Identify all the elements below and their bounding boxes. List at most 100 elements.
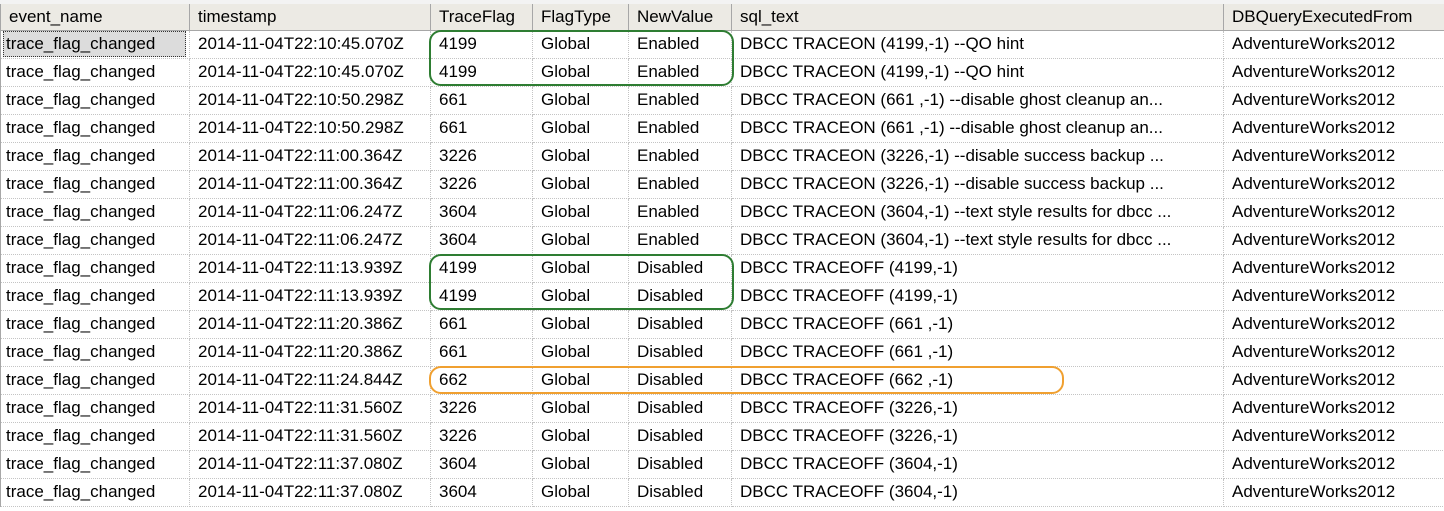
- cell-event-name[interactable]: trace_flag_changed: [0, 366, 190, 395]
- cell-flagtype[interactable]: Global: [532, 478, 629, 507]
- cell-newvalue[interactable]: Disabled: [628, 254, 732, 283]
- cell-traceflag[interactable]: 3604: [430, 478, 533, 507]
- cell-newvalue[interactable]: Enabled: [628, 142, 732, 171]
- cell-flagtype[interactable]: Global: [532, 282, 629, 311]
- column-header-event-name[interactable]: event_name: [0, 4, 190, 31]
- cell-sql-text[interactable]: DBCC TRACEON (3604,-1) --text style resu…: [731, 198, 1224, 227]
- cell-dbqueryexecutedfrom[interactable]: AdventureWorks2012: [1223, 478, 1444, 507]
- cell-sql-text[interactable]: DBCC TRACEON (4199,-1) --QO hint: [731, 30, 1224, 59]
- cell-event-name[interactable]: trace_flag_changed: [0, 226, 190, 255]
- cell-traceflag[interactable]: 661: [430, 338, 533, 367]
- cell-timestamp[interactable]: 2014-11-04T22:11:37.080Z: [189, 450, 431, 479]
- cell-dbqueryexecutedfrom[interactable]: AdventureWorks2012: [1223, 226, 1444, 255]
- cell-sql-text[interactable]: DBCC TRACEON (661 ,-1) --disable ghost c…: [731, 114, 1224, 143]
- cell-sql-text[interactable]: DBCC TRACEOFF (3226,-1): [731, 394, 1224, 423]
- cell-dbqueryexecutedfrom[interactable]: AdventureWorks2012: [1223, 114, 1444, 143]
- cell-traceflag[interactable]: 661: [430, 86, 533, 115]
- cell-flagtype[interactable]: Global: [532, 142, 629, 171]
- cell-flagtype[interactable]: Global: [532, 422, 629, 451]
- cell-event-name[interactable]: trace_flag_changed: [0, 254, 190, 283]
- cell-traceflag[interactable]: 3604: [430, 198, 533, 227]
- table-row[interactable]: trace_flag_changed 2014-11-04T22:10:50.29…: [0, 114, 1444, 143]
- cell-flagtype[interactable]: Global: [532, 86, 629, 115]
- column-header-sql-text[interactable]: sql_text: [731, 4, 1224, 31]
- cell-dbqueryexecutedfrom[interactable]: AdventureWorks2012: [1223, 310, 1444, 339]
- cell-traceflag[interactable]: 4199: [430, 282, 533, 311]
- cell-newvalue[interactable]: Disabled: [628, 450, 732, 479]
- cell-event-name[interactable]: trace_flag_changed: [0, 86, 190, 115]
- cell-traceflag[interactable]: 662: [430, 366, 533, 395]
- table-row[interactable]: trace_flag_changed 2014-11-04T22:10:45.07…: [0, 30, 1444, 59]
- cell-event-name[interactable]: trace_flag_changed: [0, 142, 190, 171]
- table-row[interactable]: trace_flag_changed 2014-11-04T22:11:24.84…: [0, 366, 1444, 395]
- table-row[interactable]: trace_flag_changed 2014-11-04T22:11:31.56…: [0, 394, 1444, 423]
- cell-traceflag[interactable]: 3226: [430, 394, 533, 423]
- cell-timestamp[interactable]: 2014-11-04T22:11:13.939Z: [189, 282, 431, 311]
- cell-dbqueryexecutedfrom[interactable]: AdventureWorks2012: [1223, 198, 1444, 227]
- cell-timestamp[interactable]: 2014-11-04T22:11:06.247Z: [189, 226, 431, 255]
- cell-flagtype[interactable]: Global: [532, 338, 629, 367]
- cell-dbqueryexecutedfrom[interactable]: AdventureWorks2012: [1223, 30, 1444, 59]
- cell-event-name[interactable]: trace_flag_changed: [0, 114, 190, 143]
- cell-newvalue[interactable]: Disabled: [628, 338, 732, 367]
- cell-traceflag[interactable]: 4199: [430, 254, 533, 283]
- cell-traceflag[interactable]: 3604: [430, 450, 533, 479]
- cell-timestamp[interactable]: 2014-11-04T22:11:00.364Z: [189, 170, 431, 199]
- cell-flagtype[interactable]: Global: [532, 254, 629, 283]
- results-grid[interactable]: event_name timestamp TraceFlag FlagType …: [0, 0, 1444, 511]
- cell-event-name[interactable]: trace_flag_changed: [0, 170, 190, 199]
- cell-sql-text[interactable]: DBCC TRACEOFF (3226,-1): [731, 422, 1224, 451]
- cell-newvalue[interactable]: Disabled: [628, 366, 732, 395]
- table-row[interactable]: trace_flag_changed 2014-11-04T22:10:45.07…: [0, 58, 1444, 87]
- cell-timestamp[interactable]: 2014-11-04T22:11:20.386Z: [189, 338, 431, 367]
- column-header-traceflag[interactable]: TraceFlag: [430, 4, 533, 31]
- cell-timestamp[interactable]: 2014-11-04T22:11:31.560Z: [189, 394, 431, 423]
- cell-flagtype[interactable]: Global: [532, 114, 629, 143]
- cell-traceflag[interactable]: 3226: [430, 142, 533, 171]
- cell-newvalue[interactable]: Enabled: [628, 30, 732, 59]
- cell-traceflag[interactable]: 4199: [430, 30, 533, 59]
- cell-event-name[interactable]: trace_flag_changed: [0, 282, 190, 311]
- cell-flagtype[interactable]: Global: [532, 226, 629, 255]
- cell-event-name[interactable]: trace_flag_changed: [0, 450, 190, 479]
- cell-timestamp[interactable]: 2014-11-04T22:10:50.298Z: [189, 86, 431, 115]
- cell-newvalue[interactable]: Enabled: [628, 198, 732, 227]
- cell-flagtype[interactable]: Global: [532, 58, 629, 87]
- cell-event-name[interactable]: trace_flag_changed: [0, 338, 190, 367]
- cell-newvalue[interactable]: Enabled: [628, 86, 732, 115]
- column-header-flagtype[interactable]: FlagType: [532, 4, 629, 31]
- table-row[interactable]: trace_flag_changed 2014-11-04T22:11:37.08…: [0, 478, 1444, 507]
- cell-newvalue[interactable]: Enabled: [628, 170, 732, 199]
- cell-newvalue[interactable]: Disabled: [628, 478, 732, 507]
- cell-timestamp[interactable]: 2014-11-04T22:11:37.080Z: [189, 478, 431, 507]
- cell-flagtype[interactable]: Global: [532, 394, 629, 423]
- cell-event-name[interactable]: trace_flag_changed: [0, 58, 190, 87]
- table-row[interactable]: trace_flag_changed 2014-11-04T22:11:00.36…: [0, 170, 1444, 199]
- cell-dbqueryexecutedfrom[interactable]: AdventureWorks2012: [1223, 142, 1444, 171]
- cell-flagtype[interactable]: Global: [532, 198, 629, 227]
- column-header-newvalue[interactable]: NewValue: [628, 4, 732, 31]
- cell-event-name[interactable]: trace_flag_changed: [0, 310, 190, 339]
- cell-timestamp[interactable]: 2014-11-04T22:11:13.939Z: [189, 254, 431, 283]
- selected-cell[interactable]: trace_flag_changed: [3, 31, 186, 57]
- cell-timestamp[interactable]: 2014-11-04T22:11:24.844Z: [189, 366, 431, 395]
- table-row[interactable]: trace_flag_changed 2014-11-04T22:11:20.38…: [0, 338, 1444, 367]
- cell-flagtype[interactable]: Global: [532, 450, 629, 479]
- cell-event-name[interactable]: trace_flag_changed: [0, 422, 190, 451]
- table-row[interactable]: trace_flag_changed 2014-11-04T22:11:00.36…: [0, 142, 1444, 171]
- cell-dbqueryexecutedfrom[interactable]: AdventureWorks2012: [1223, 86, 1444, 115]
- cell-newvalue[interactable]: Enabled: [628, 58, 732, 87]
- cell-sql-text[interactable]: DBCC TRACEOFF (661 ,-1): [731, 310, 1224, 339]
- cell-newvalue[interactable]: Disabled: [628, 422, 732, 451]
- cell-sql-text[interactable]: DBCC TRACEOFF (3604,-1): [731, 450, 1224, 479]
- cell-dbqueryexecutedfrom[interactable]: AdventureWorks2012: [1223, 394, 1444, 423]
- cell-timestamp[interactable]: 2014-11-04T22:11:31.560Z: [189, 422, 431, 451]
- cell-traceflag[interactable]: 661: [430, 310, 533, 339]
- table-row[interactable]: trace_flag_changed 2014-11-04T22:11:13.93…: [0, 282, 1444, 311]
- cell-sql-text[interactable]: DBCC TRACEON (4199,-1) --QO hint: [731, 58, 1224, 87]
- cell-event-name[interactable]: trace_flag_changed: [0, 198, 190, 227]
- cell-sql-text[interactable]: DBCC TRACEOFF (3604,-1): [731, 478, 1224, 507]
- table-row[interactable]: trace_flag_changed 2014-11-04T22:11:06.24…: [0, 226, 1444, 255]
- table-row[interactable]: trace_flag_changed 2014-11-04T22:10:50.29…: [0, 86, 1444, 115]
- cell-newvalue[interactable]: Enabled: [628, 114, 732, 143]
